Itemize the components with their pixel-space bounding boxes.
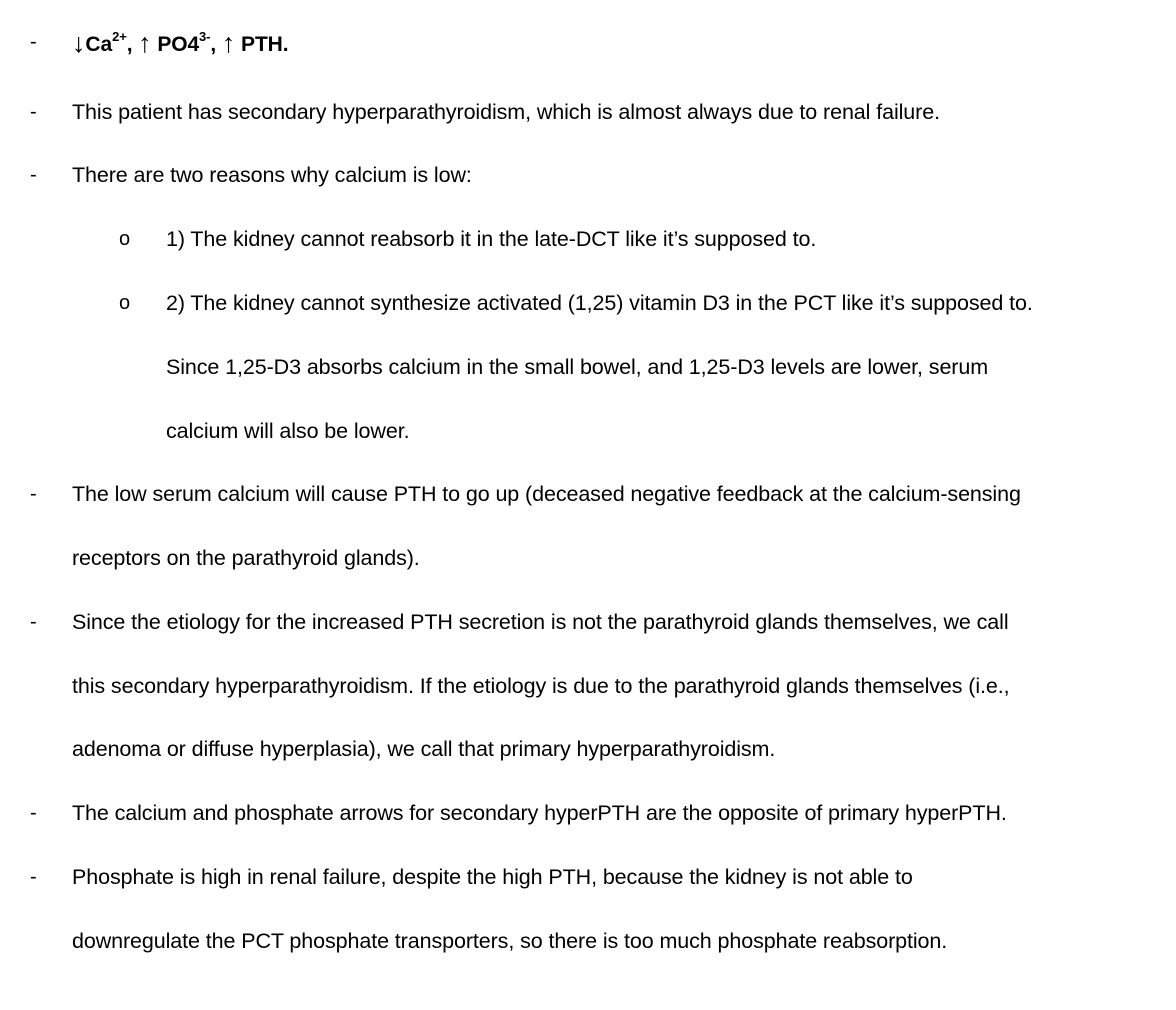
bullet-text: The low serum calcium will cause PTH to … bbox=[72, 482, 1021, 506]
bullet-continuation: receptors on the parathyroid glands). bbox=[0, 538, 1176, 578]
bullet-text: receptors on the parathyroid glands). bbox=[72, 546, 420, 570]
bullet-text: Phosphate is high in renal failure, desp… bbox=[72, 865, 913, 889]
bullet-item: - The calcium and phosphate arrows for s… bbox=[0, 793, 1176, 833]
bullet-dash: - bbox=[30, 802, 37, 824]
bullet-text: This patient has secondary hyperparathyr… bbox=[72, 100, 940, 124]
bullet-text: adenoma or diffuse hyperplasia), we call… bbox=[72, 737, 776, 761]
calcium-charge: 2+ bbox=[112, 29, 127, 44]
phosphate-symbol: PO4 bbox=[151, 33, 200, 56]
separator: , bbox=[210, 33, 222, 56]
sub-bullet-text: 2) The kidney cannot synthesize activate… bbox=[166, 291, 1033, 315]
bullet-dash: - bbox=[30, 164, 37, 186]
up-arrow-icon: ↑ bbox=[221, 28, 236, 58]
sub-bullet-marker: o bbox=[119, 228, 131, 250]
lab-summary-text: ↓Ca2+, ↑ PO43-, ↑ PTH. bbox=[72, 28, 289, 59]
bullet-dash: - bbox=[30, 866, 37, 888]
document-page: - ↓Ca2+, ↑ PO43-, ↑ PTH. - This patient … bbox=[0, 0, 1176, 1010]
bullet-dash: - bbox=[30, 101, 37, 123]
sub-bullet-item: o 1) The kidney cannot reabsorb it in th… bbox=[0, 219, 1176, 259]
separator: , bbox=[126, 33, 139, 56]
bullet-continuation: adenoma or diffuse hyperplasia), we call… bbox=[0, 729, 1176, 769]
phosphate-charge: 3- bbox=[199, 29, 211, 44]
bullet-text: downregulate the PCT phosphate transport… bbox=[72, 929, 948, 953]
sub-bullet-text: calcium will also be lower. bbox=[166, 419, 410, 443]
sub-bullet-item: o 2) The kidney cannot synthesize activa… bbox=[0, 283, 1176, 323]
down-arrow-icon: ↓ bbox=[72, 28, 86, 58]
sub-bullet-continuation: Since 1,25-D3 absorbs calcium in the sma… bbox=[0, 347, 1176, 387]
bullet-item: - This patient has secondary hyperparath… bbox=[0, 92, 1176, 132]
bullet-dash: - bbox=[30, 31, 37, 53]
lab-summary-line: - ↓Ca2+, ↑ PO43-, ↑ PTH. bbox=[0, 22, 1176, 62]
bullet-continuation: downregulate the PCT phosphate transport… bbox=[0, 921, 1176, 961]
bullet-text: this secondary hyperparathyroidism. If t… bbox=[72, 674, 1010, 698]
sub-bullet-continuation: calcium will also be lower. bbox=[0, 411, 1176, 451]
bullet-item: - There are two reasons why calcium is l… bbox=[0, 155, 1176, 195]
bullet-dash: - bbox=[30, 483, 37, 505]
sub-bullet-marker: o bbox=[119, 292, 131, 314]
pth-symbol: PTH. bbox=[235, 33, 289, 56]
bullet-text: The calcium and phosphate arrows for sec… bbox=[72, 801, 1007, 825]
up-arrow-icon: ↑ bbox=[138, 28, 152, 58]
bullet-item: - The low serum calcium will cause PTH t… bbox=[0, 474, 1176, 514]
sub-bullet-text: 1) The kidney cannot reabsorb it in the … bbox=[166, 227, 817, 251]
sub-bullet-text: Since 1,25-D3 absorbs calcium in the sma… bbox=[166, 355, 989, 379]
bullet-continuation: this secondary hyperparathyroidism. If t… bbox=[0, 666, 1176, 706]
bullet-dash: - bbox=[30, 611, 37, 633]
bullet-text: There are two reasons why calcium is low… bbox=[72, 163, 472, 187]
bullet-item: - Phosphate is high in renal failure, de… bbox=[0, 857, 1176, 897]
bullet-text: Since the etiology for the increased PTH… bbox=[72, 610, 1009, 634]
bullet-item: - Since the etiology for the increased P… bbox=[0, 602, 1176, 642]
calcium-symbol: Ca bbox=[85, 33, 113, 56]
